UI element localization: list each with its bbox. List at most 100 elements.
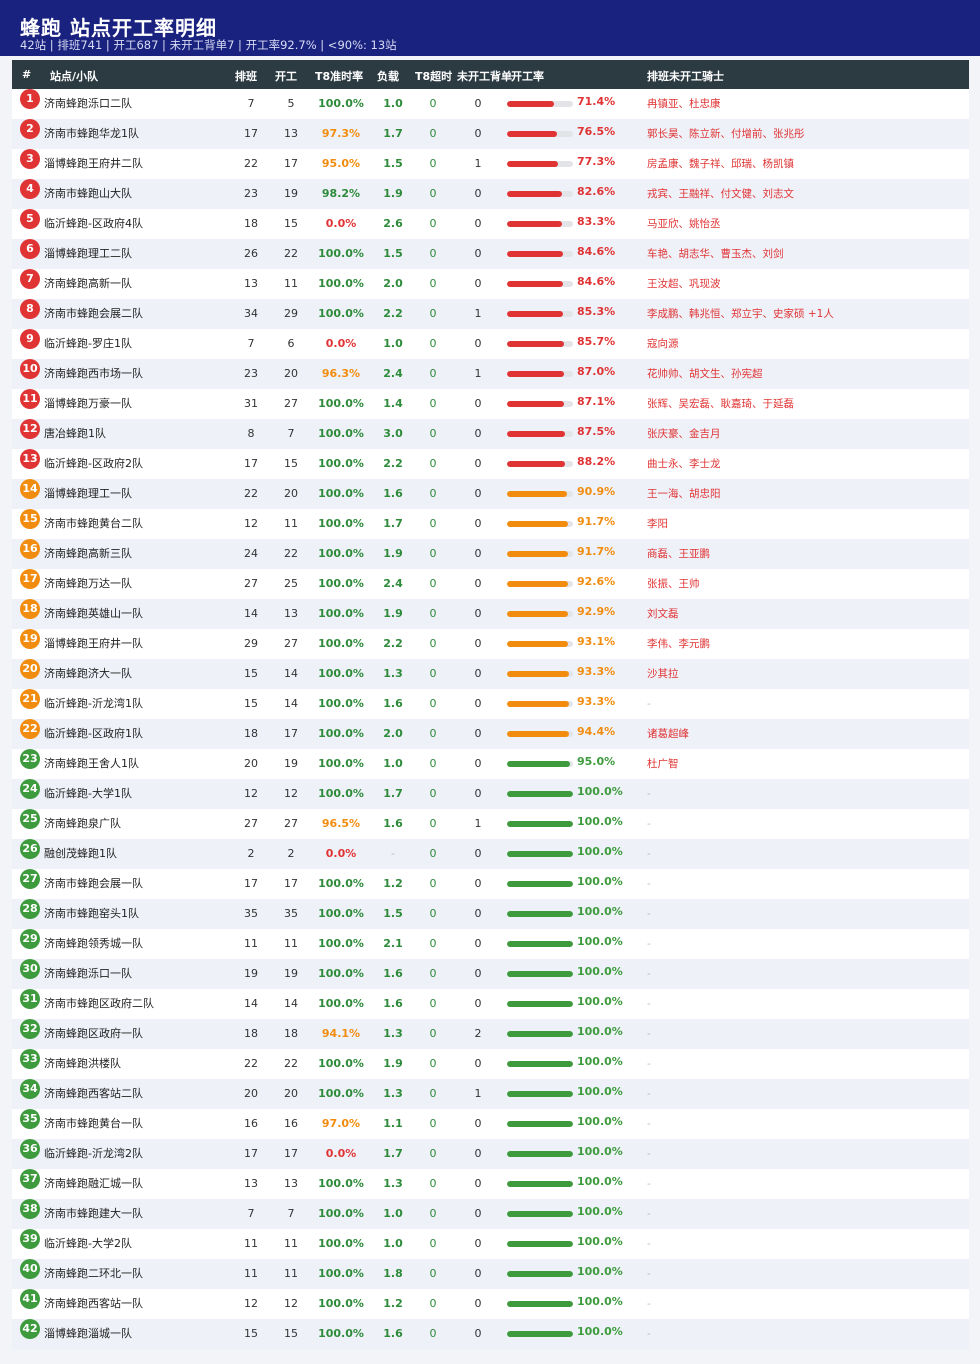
scheduled-count: 7 — [247, 1207, 255, 1220]
t8-timeout-count: 0 — [429, 967, 437, 980]
unstarted-riders: - — [647, 998, 651, 1010]
t8-timeout-count: 0 — [429, 487, 437, 500]
t8-timeout-count: 0 — [429, 1267, 437, 1280]
t8-rate: 100.0% — [318, 877, 364, 890]
load-value: 1.6 — [383, 817, 403, 830]
start-rate-value: 100.0% — [577, 1295, 623, 1308]
load-value: 2.2 — [383, 457, 403, 470]
t8-timeout-count: 0 — [429, 697, 437, 710]
started-count: 15 — [284, 457, 298, 470]
t8-timeout-count: 0 — [429, 157, 437, 170]
rank-badge: 3 — [20, 149, 40, 169]
unstarted-riders: - — [647, 1028, 651, 1040]
scheduled-count: 11 — [244, 1267, 258, 1280]
load-value: 2.6 — [383, 217, 403, 230]
t8-rate: 100.0% — [318, 97, 364, 110]
backlog-count: 0 — [474, 727, 482, 740]
load-value: 1.5 — [383, 247, 403, 260]
table-row: 26 融创茂蜂跑1队 2 2 0.0% - 0 0 100.0% - — [12, 839, 969, 869]
started-count: 11 — [284, 1237, 298, 1250]
unstarted-riders: - — [647, 938, 651, 950]
started-count: 20 — [284, 1087, 298, 1100]
backlog-count: 0 — [474, 457, 482, 470]
t8-rate: 100.0% — [318, 247, 364, 260]
backlog-count: 0 — [474, 1297, 482, 1310]
start-rate-bar-fill — [507, 731, 570, 737]
station-name: 临沂蜂跑-罗庄1队 — [44, 337, 132, 350]
t8-rate: 100.0% — [318, 1237, 364, 1250]
t8-timeout-count: 0 — [429, 187, 437, 200]
backlog-count: 0 — [474, 637, 482, 650]
scheduled-count: 22 — [244, 1057, 258, 1070]
started-count: 22 — [284, 547, 298, 560]
start-rate-bar — [507, 1241, 573, 1247]
scheduled-count: 14 — [244, 997, 258, 1010]
start-rate-value: 76.5% — [577, 125, 616, 138]
start-rate-bar — [507, 1151, 573, 1157]
start-rate-bar-fill — [507, 131, 558, 137]
t8-rate: 100.0% — [318, 307, 364, 320]
t8-timeout-count: 0 — [429, 217, 437, 230]
start-rate-bar — [507, 401, 573, 407]
scheduled-count: 7 — [247, 337, 255, 350]
load-value: 1.7 — [383, 127, 403, 140]
scheduled-count: 13 — [244, 277, 258, 290]
started-count: 13 — [284, 1177, 298, 1190]
started-count: 11 — [284, 937, 298, 950]
backlog-count: 0 — [474, 187, 482, 200]
rank-badge: 26 — [20, 839, 40, 859]
started-count: 19 — [284, 187, 298, 200]
rank-badge: 11 — [20, 389, 40, 409]
load-value: 2.1 — [383, 937, 403, 950]
start-rate-value: 83.3% — [577, 215, 616, 228]
start-rate-value: 93.1% — [577, 635, 616, 648]
start-rate-value: 100.0% — [577, 1205, 623, 1218]
load-value: 1.5 — [383, 907, 403, 920]
load-value: 1.2 — [383, 1297, 403, 1310]
scheduled-count: 17 — [244, 877, 258, 890]
load-value: 2.0 — [383, 277, 403, 290]
started-count: 20 — [284, 487, 298, 500]
start-rate-value: 100.0% — [577, 1115, 623, 1128]
start-rate-bar — [507, 131, 573, 137]
start-rate-bar-fill — [507, 1061, 573, 1067]
unstarted-riders: 李阳 — [647, 518, 668, 530]
start-rate-value: 90.9% — [577, 485, 616, 498]
table-row: 25 济南蜂跑泉广队 27 27 96.5% 1.6 0 1 100.0% - — [12, 809, 969, 839]
start-rate-bar — [507, 491, 573, 497]
unstarted-riders: - — [647, 1058, 651, 1070]
t8-rate: 100.0% — [318, 667, 364, 680]
load-value: 1.7 — [383, 1147, 403, 1160]
started-count: 7 — [287, 1207, 295, 1220]
t8-rate: 100.0% — [318, 517, 364, 530]
start-rate-bar — [507, 431, 573, 437]
start-rate-value: 100.0% — [577, 1055, 623, 1068]
start-rate-bar — [507, 971, 573, 977]
backlog-count: 0 — [474, 1057, 482, 1070]
start-rate-bar — [507, 461, 573, 467]
station-name: 临沂蜂跑-区政府4队 — [44, 217, 143, 230]
table-row: 41 济南蜂跑西客站一队 12 12 100.0% 1.2 0 0 100.0% - — [12, 1289, 969, 1319]
t8-rate: 94.1% — [321, 1027, 361, 1040]
col-t8-rate: T8准时率 — [315, 70, 364, 83]
started-count: 19 — [284, 757, 298, 770]
start-rate-bar — [507, 611, 573, 617]
t8-timeout-count: 0 — [429, 1207, 437, 1220]
rank-badge: 17 — [20, 569, 40, 589]
rank-badge: 42 — [20, 1319, 40, 1339]
col-t8-timeout: T8超时 — [415, 70, 453, 83]
unstarted-riders: 王汝超、巩现波 — [647, 278, 721, 290]
start-rate-bar-fill — [507, 461, 566, 467]
backlog-count: 0 — [474, 547, 482, 560]
table-row: 2 济南市蜂跑华龙1队 17 13 97.3% 1.7 0 0 76.5% 郭长昊、陈立新、付增前… — [12, 119, 969, 149]
t8-rate: 98.2% — [321, 187, 361, 200]
start-rate-bar-fill — [507, 371, 565, 377]
station-name: 临沂蜂跑-区政府2队 — [44, 457, 143, 470]
t8-rate: 100.0% — [318, 727, 364, 740]
started-count: 12 — [284, 1297, 298, 1310]
station-name: 济南蜂跑泺口二队 — [44, 97, 132, 110]
table-row: 1 济南蜂跑泺口二队 7 5 100.0% 1.0 0 0 71.4% 冉镇亚、杜忠康 — [12, 89, 969, 119]
rank-badge: 41 — [20, 1289, 40, 1309]
unstarted-riders: 房孟康、魏子祥、邱瑞、杨凯镇 — [647, 158, 794, 170]
rank-badge: 12 — [20, 419, 40, 439]
